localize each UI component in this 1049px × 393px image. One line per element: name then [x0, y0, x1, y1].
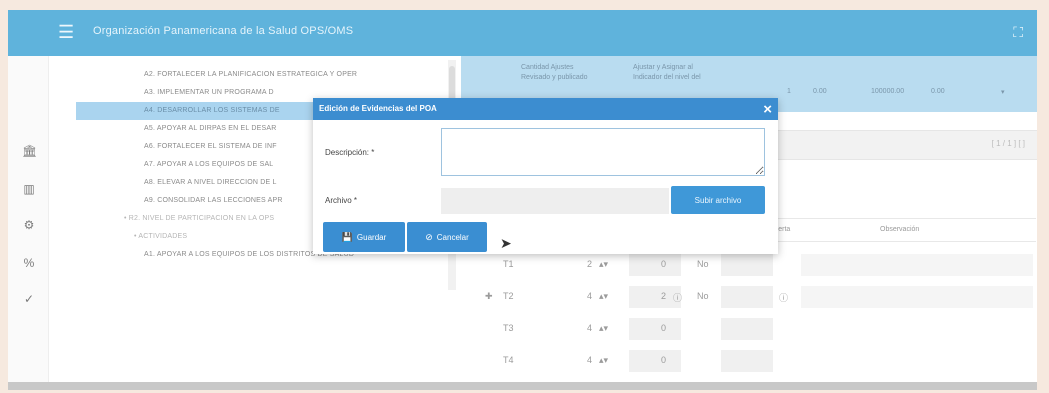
table-row: T3 4 ▴▾ 0: [461, 314, 1037, 344]
row-period: T1: [503, 259, 514, 269]
header-value-3: 100000.00: [871, 88, 905, 95]
alert-field[interactable]: [721, 254, 773, 276]
row-value: 0: [661, 259, 667, 269]
row-period: T4: [503, 355, 514, 365]
row-expand-icon[interactable]: ✚: [485, 291, 493, 302]
description-label: Descripción: *: [325, 148, 375, 157]
header-col2b: Indicador del nivel del: [633, 74, 701, 81]
gear-icon[interactable]: ⚙: [22, 218, 36, 232]
stepper-icon[interactable]: ▴▾: [599, 355, 608, 366]
table-row: T1 2 ▴▾ 0 No: [461, 250, 1037, 280]
column-observacion: Observación: [880, 226, 920, 233]
table-row: ✚ T2 4 ▴▾ 2 ⓘ No ⓘ: [461, 282, 1037, 312]
row-period: T2: [503, 291, 514, 301]
bank-icon[interactable]: 🏛: [22, 144, 37, 158]
header-col1: Cantidad Ajustes: [521, 64, 574, 71]
dialog-title: Edición de Evidencias del POA: [319, 104, 437, 113]
row-value: 0: [661, 355, 667, 365]
row-count: 4: [587, 323, 593, 333]
info-icon[interactable]: ⓘ: [779, 291, 788, 304]
row-status: No: [697, 259, 709, 269]
stepper-icon[interactable]: ▴▾: [599, 259, 608, 270]
chevron-down-icon[interactable]: ▾: [1001, 88, 1005, 96]
row-count: 4: [587, 355, 593, 365]
stepper-icon[interactable]: ▴▾: [599, 323, 608, 334]
row-count: 4: [587, 291, 593, 301]
evidence-edit-dialog: Edición de Evidencias del POA × Descripc…: [313, 98, 778, 254]
floppy-icon: 💾: [341, 231, 353, 242]
info-icon[interactable]: ⓘ: [673, 291, 682, 304]
file-label: Archivo *: [325, 196, 358, 205]
cancel-button[interactable]: ⊘ Cancelar: [407, 222, 487, 252]
description-field[interactable]: [441, 128, 765, 176]
value-field[interactable]: [629, 254, 681, 276]
row-value: 0: [661, 323, 667, 333]
row-value: 2: [661, 291, 667, 301]
bar-chart-icon[interactable]: ▥: [22, 182, 36, 196]
value-field[interactable]: [629, 318, 681, 340]
close-icon[interactable]: ×: [763, 102, 772, 117]
observation-field[interactable]: [801, 286, 1033, 308]
grid-column-header: Alerta Observación: [768, 218, 1036, 242]
alert-field[interactable]: [721, 318, 773, 340]
ban-icon: ⊘: [425, 231, 433, 242]
fullscreen-icon[interactable]: ⛶: [1013, 24, 1023, 41]
pager[interactable]: [ 1 / 1 ] [ ]: [992, 139, 1025, 148]
header-value-4: 0.00: [931, 88, 945, 95]
file-path-field[interactable]: [441, 188, 669, 214]
app-window: ☰ Organización Panamericana de la Salud …: [8, 10, 1037, 390]
cancel-button-label: Cancelar: [436, 232, 469, 242]
alert-field[interactable]: [721, 286, 773, 308]
value-field[interactable]: [629, 350, 681, 372]
row-period: T3: [503, 323, 514, 333]
icon-sidebar: 🏛 ▥ ⚙ % ✓: [8, 56, 49, 390]
row-count: 2: [587, 259, 593, 269]
check-icon[interactable]: ✓: [22, 292, 36, 306]
header-value-2: 0.00: [813, 88, 827, 95]
row-status: No: [697, 291, 709, 301]
header-col1b: Revisado y publicado: [521, 74, 588, 81]
percent-icon[interactable]: %: [22, 256, 36, 270]
save-button-label: Guardar: [356, 232, 387, 242]
bottom-edge: [8, 382, 1037, 390]
stepper-icon[interactable]: ▴▾: [599, 291, 608, 302]
observation-field[interactable]: [801, 254, 1033, 276]
app-title: Organización Panamericana de la Salud OP…: [93, 25, 354, 37]
header-value-1: 1: [787, 88, 791, 95]
hamburger-menu-icon[interactable]: ☰: [58, 23, 78, 41]
top-bar: ☰ Organización Panamericana de la Salud …: [8, 10, 1037, 56]
table-row: T4 4 ▴▾ 0: [461, 346, 1037, 376]
mouse-cursor-icon: ➤: [500, 235, 512, 251]
save-button[interactable]: 💾 Guardar: [323, 222, 405, 252]
upload-file-button[interactable]: Subir archivo: [671, 186, 765, 214]
tree-item[interactable]: A2. FORTALECER LA PLANIFICACION ESTRATEG…: [76, 66, 458, 84]
alert-field[interactable]: [721, 350, 773, 372]
dialog-header: Edición de Evidencias del POA ×: [313, 98, 778, 120]
header-col2: Ajustar y Asignar al: [633, 64, 693, 71]
